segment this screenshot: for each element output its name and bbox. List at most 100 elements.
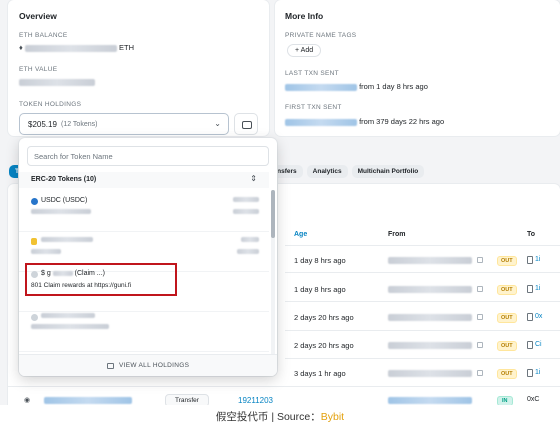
copy-icon[interactable] [477, 286, 483, 292]
copy-icon[interactable] [477, 257, 483, 263]
table-row-age: 1 day 8 hrs ago [294, 285, 346, 294]
age-column-header[interactable]: Age [294, 231, 307, 238]
table-header-divider [285, 245, 560, 246]
first-txn-label: FIRST TXN SENT [285, 104, 342, 111]
token-item[interactable] [19, 312, 269, 352]
row-divider [285, 301, 560, 302]
sort-icon[interactable]: ⇕ [250, 174, 257, 183]
direction-badge: OUT [497, 369, 517, 379]
token-item[interactable]: USDC (USDC) [19, 192, 269, 232]
more-info-card: More Info PRIVATE NAME TAGS + Add LAST T… [275, 0, 560, 136]
direction-badge: OUT [497, 256, 517, 266]
last-txn-row: from 1 day 8 hrs ago [285, 82, 428, 91]
to-address-link[interactable]: 1i [535, 256, 540, 263]
token-name-redacted [41, 237, 93, 242]
chevron-down-icon: ⌄ [214, 119, 221, 128]
row-divider [285, 272, 560, 273]
token-name-prefix: $ g [41, 270, 51, 277]
caption-source: Bybit [320, 411, 345, 423]
last-txn-hash-redacted[interactable] [285, 83, 357, 91]
erc20-group-label: ERC-20 Tokens (10) [31, 176, 97, 183]
row-divider [285, 358, 560, 359]
direction-badge: OUT [497, 313, 517, 323]
contract-icon [527, 285, 533, 293]
view-all-holdings-button[interactable]: VIEW ALL HOLDINGS [19, 354, 277, 376]
token-item-highlighted[interactable]: $ g (Claim ...) 801 Claim rewards at htt… [19, 263, 269, 312]
eth-balance-label: ETH BALANCE [19, 32, 68, 39]
to-column-header: To [527, 231, 536, 238]
copy-icon[interactable] [477, 342, 483, 348]
token-icon [31, 271, 38, 278]
from-address-redacted[interactable] [388, 286, 472, 293]
tab-multichain-portfolio[interactable]: Multichain Portfolio [351, 165, 425, 178]
wallet-icon [106, 363, 114, 369]
token-subtitle: 801 Claim rewards at https://guni.fi [31, 282, 132, 289]
eth-value-redacted [19, 78, 95, 86]
source-caption: 假空投代币 | Source：Bybit [0, 405, 560, 429]
txn-hash-redacted[interactable] [44, 397, 132, 404]
table-row-age: 2 days 20 hrs ago [294, 341, 354, 350]
highlight-box [25, 263, 177, 296]
copy-icon[interactable] [477, 314, 483, 320]
eth-unit: ETH [119, 43, 135, 52]
more-info-title: More Info [285, 11, 324, 21]
to-address-link[interactable]: 0x [535, 313, 542, 320]
table-row-age: 2 days 20 hrs ago [294, 313, 354, 322]
scrollbar-thumb[interactable] [271, 190, 275, 238]
token-amount-redacted [31, 324, 109, 329]
contract-icon [527, 313, 533, 321]
block-number-link[interactable]: 19211203 [238, 396, 273, 405]
tab-analytics[interactable]: Analytics [306, 165, 348, 178]
erc20-group-header: ERC-20 Tokens (10) ⇕ [19, 172, 269, 188]
token-value-redacted [241, 237, 259, 242]
eth-diamond-icon: ♦ [19, 43, 23, 52]
last-txn-suffix: from 1 day 8 hrs ago [359, 82, 428, 91]
from-address-redacted[interactable] [388, 342, 472, 349]
from-address-redacted[interactable] [388, 397, 472, 404]
dropdown-scrollbar[interactable] [271, 190, 275, 375]
token-icon [31, 238, 37, 245]
private-name-tags-label: PRIVATE NAME TAGS [285, 32, 357, 39]
add-tag-button[interactable]: + Add [287, 44, 322, 57]
from-column-header: From [388, 231, 406, 238]
token-holdings-dropdown: Search for Token Name ERC-20 Tokens (10)… [19, 138, 277, 376]
token-price-redacted [237, 249, 259, 254]
from-address-redacted[interactable] [388, 257, 472, 264]
to-address-link[interactable]: 1i [535, 285, 540, 292]
overview-title: Overview [19, 11, 57, 21]
token-value-redacted [233, 197, 259, 202]
copy-icon[interactable] [477, 370, 483, 376]
direction-badge: OUT [497, 341, 517, 351]
eth-value-label: ETH VALUE [19, 66, 58, 73]
caption-text: 假空投代币 | Source： [215, 411, 321, 423]
token-name: $ g (Claim ...) [41, 270, 105, 277]
token-search-input[interactable]: Search for Token Name [27, 146, 269, 166]
token-total: $205.19 [28, 120, 57, 129]
token-holdings-wallet-button[interactable] [234, 113, 258, 135]
table-row-age: 1 day 8 hrs ago [294, 256, 346, 265]
token-amount-redacted [31, 209, 91, 214]
to-address-link[interactable]: 0xC [527, 396, 539, 403]
usdc-token-icon [31, 198, 38, 205]
from-address-redacted[interactable] [388, 314, 472, 321]
token-name: USDC (USDC) [41, 197, 88, 204]
from-address-redacted[interactable] [388, 370, 472, 377]
address-tabs-right: ransfers Analytics Multichain Portfolio [265, 165, 425, 178]
contract-icon [527, 341, 533, 349]
token-count: (12 Tokens) [61, 121, 98, 128]
eth-value-redacted-row [19, 77, 95, 86]
contract-icon [527, 256, 533, 264]
token-amount-redacted [31, 249, 61, 254]
token-holdings-label: TOKEN HOLDINGS [19, 101, 82, 108]
eye-icon[interactable]: ◉ [24, 396, 30, 404]
to-address-link[interactable]: Ci [535, 341, 542, 348]
last-txn-label: LAST TXN SENT [285, 70, 339, 77]
token-icon [31, 314, 38, 321]
token-holdings-select[interactable]: $205.19 (12 Tokens) ⌄ [19, 113, 229, 135]
first-txn-hash-redacted[interactable] [285, 118, 357, 126]
token-price-redacted [233, 209, 259, 214]
token-name-redacted [41, 313, 95, 318]
contract-icon [527, 369, 533, 377]
to-address-link[interactable]: 1i [535, 369, 540, 376]
first-txn-suffix: from 379 days 22 hrs ago [359, 117, 445, 126]
